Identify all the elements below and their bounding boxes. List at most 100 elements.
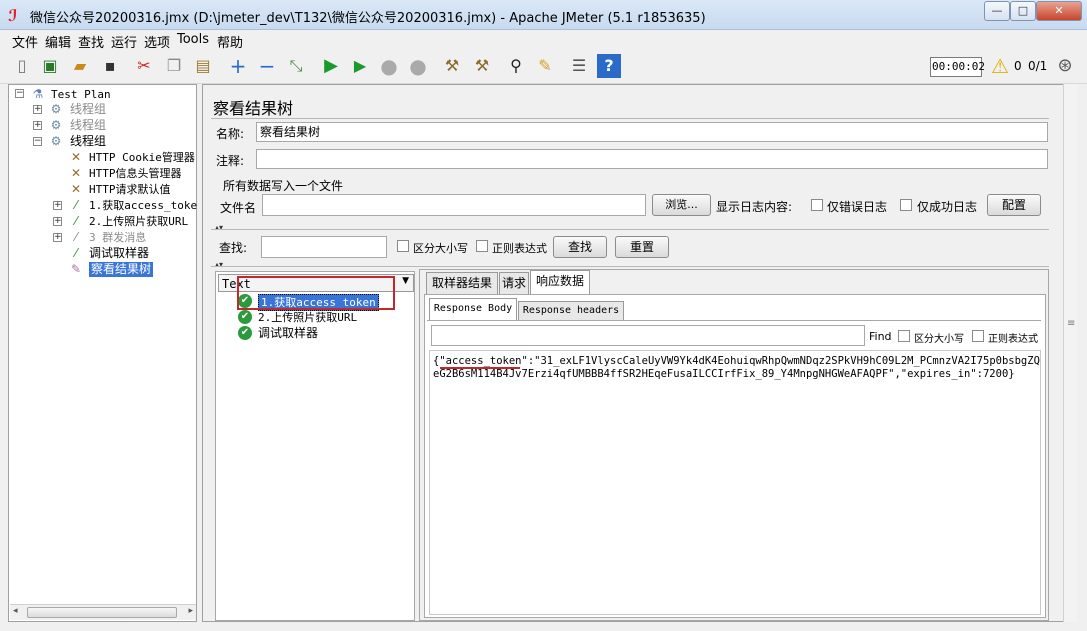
- menu-file[interactable]: 文件: [12, 32, 38, 51]
- expand-icon[interactable]: +: [226, 54, 250, 78]
- response-data-content: Response Body Response headers Find 区分大小…: [424, 294, 1046, 618]
- name-field[interactable]: 察看结果树: [256, 122, 1048, 142]
- collapse-icon[interactable]: −: [255, 54, 279, 78]
- tree-item-view-results-tree[interactable]: 察看结果树: [89, 262, 154, 277]
- tab-response-headers[interactable]: Response headers: [518, 301, 624, 320]
- comment-field[interactable]: [256, 149, 1048, 169]
- menu-tools[interactable]: Tools: [177, 32, 209, 47]
- sample-item-debug-sampler[interactable]: 调试取样器: [258, 326, 318, 341]
- help-icon[interactable]: ?: [597, 54, 621, 78]
- shutdown-icon[interactable]: ●: [406, 54, 430, 78]
- reset-search-icon[interactable]: ✎: [533, 54, 557, 78]
- save-icon[interactable]: ▪: [98, 54, 122, 78]
- test-plan-tree: − ⚗ Test Plan + ⚙ 线程组 + ⚙ 线程组 − ⚙ 线程组 ✕ …: [8, 84, 197, 622]
- find-label: Find: [869, 330, 892, 343]
- search-icon[interactable]: ⚲: [504, 54, 528, 78]
- filename-label: 文件名: [220, 201, 257, 215]
- copy-icon[interactable]: ❐: [162, 54, 186, 78]
- success-only-checkbox[interactable]: [900, 199, 912, 211]
- scroll-grip-icon[interactable]: ≡: [1067, 318, 1075, 329]
- minimize-button[interactable]: —: [984, 1, 1010, 21]
- collapse-toggle[interactable]: −: [33, 137, 42, 146]
- panel-vertical-scrollbar[interactable]: ≡: [1063, 84, 1077, 622]
- remote-status-icon: ⊛: [1057, 55, 1073, 76]
- underline-annotation: [440, 367, 520, 369]
- menu-options[interactable]: 选项: [144, 32, 170, 51]
- tree-item-http-defaults[interactable]: HTTP请求默认值: [89, 182, 171, 197]
- warning-icon[interactable]: ⚠: [988, 54, 1012, 78]
- configure-button[interactable]: 配置: [987, 194, 1041, 216]
- find-regex-label: 正则表达式: [988, 334, 1038, 345]
- reset-button[interactable]: 重置: [615, 236, 669, 258]
- templates-icon[interactable]: ▣: [38, 54, 62, 78]
- open-icon[interactable]: ▰: [68, 54, 92, 78]
- tree-item-get-token[interactable]: 1.获取access_token: [89, 198, 197, 213]
- stop-icon[interactable]: ●: [377, 54, 401, 78]
- panel-title: 察看结果树: [213, 99, 294, 118]
- tree-item-thread-group-3[interactable]: 线程组: [70, 134, 106, 149]
- toggle-icon[interactable]: ⤡: [284, 54, 308, 78]
- paste-icon[interactable]: ▤: [191, 54, 215, 78]
- tree-item-cookie-manager[interactable]: HTTP Cookie管理器: [89, 150, 195, 165]
- write-all-label: 所有数据写入一个文件: [223, 179, 344, 193]
- new-icon[interactable]: ▯: [10, 54, 34, 78]
- tree-item-upload-photo[interactable]: 2.上传照片获取URL: [89, 214, 188, 229]
- cut-icon[interactable]: ✂: [132, 54, 156, 78]
- tree-item-thread-group-1[interactable]: 线程组: [70, 102, 106, 117]
- tree-item-mass-send[interactable]: 3 群发消息: [89, 230, 146, 245]
- tree-horizontal-scrollbar[interactable]: ◂ ▸: [10, 604, 196, 620]
- start-no-pause-icon[interactable]: ▶: [348, 54, 372, 78]
- tab-sampler-result[interactable]: 取样器结果: [426, 272, 498, 294]
- scroll-thumb[interactable]: [27, 607, 177, 618]
- search-input[interactable]: [261, 236, 387, 258]
- tree-item-debug-sampler[interactable]: 调试取样器: [89, 246, 149, 261]
- expand-toggle[interactable]: +: [53, 233, 62, 242]
- menu-run[interactable]: 运行: [111, 32, 137, 51]
- errors-only-checkbox[interactable]: [811, 199, 823, 211]
- menu-help[interactable]: 帮助: [217, 32, 243, 51]
- wrench-icon: ✕: [70, 150, 82, 164]
- find-input[interactable]: [431, 325, 865, 346]
- highlight-annotation: [237, 276, 395, 310]
- function-helper-icon[interactable]: ☰: [567, 54, 591, 78]
- tab-request[interactable]: 请求: [499, 272, 529, 294]
- tree-item-thread-group-2[interactable]: 线程组: [70, 118, 106, 133]
- expand-toggle[interactable]: +: [33, 121, 42, 130]
- splitter-arrows-icon[interactable]: ▴▾: [215, 260, 223, 269]
- close-button[interactable]: ✕: [1036, 1, 1082, 21]
- filename-field[interactable]: [262, 194, 646, 216]
- start-icon[interactable]: ▶: [319, 54, 343, 78]
- tab-response-data[interactable]: 响应数据: [530, 270, 590, 294]
- tree-item-test-plan[interactable]: Test Plan: [51, 87, 111, 102]
- expand-toggle[interactable]: +: [53, 201, 62, 210]
- maximize-button[interactable]: □: [1010, 1, 1036, 21]
- expand-toggle[interactable]: +: [33, 105, 42, 114]
- sample-item-upload-photo[interactable]: 2.上传照片获取URL: [258, 310, 357, 325]
- toolbar: ▯ ▣ ▰ ▪ ✂ ❐ ▤ + − ⤡ ▶ ▶ ● ● ⚒ ⚒ ⚲ ✎ ☰ ? …: [0, 50, 1087, 84]
- case-sensitive-checkbox[interactable]: [397, 240, 409, 252]
- clear-all-icon[interactable]: ⚒: [470, 54, 494, 78]
- collapse-toggle[interactable]: −: [15, 89, 24, 98]
- menu-edit[interactable]: 编辑: [45, 32, 71, 51]
- expand-toggle[interactable]: +: [53, 217, 62, 226]
- tree-item-header-manager[interactable]: HTTP信息头管理器: [89, 166, 182, 181]
- gear-icon: ⚙: [50, 134, 62, 148]
- regex-checkbox[interactable]: [476, 240, 488, 252]
- window-title: 微信公众号20200316.jmx (D:\jmeter_dev\T132\微信…: [30, 11, 706, 26]
- tab-response-body[interactable]: Response Body: [429, 298, 517, 320]
- scroll-right-icon[interactable]: ▸: [188, 606, 193, 616]
- browse-button[interactable]: 浏览...: [652, 194, 711, 216]
- menu-search[interactable]: 查找: [78, 32, 104, 51]
- find-case-checkbox[interactable]: [898, 330, 910, 342]
- warning-count: 0: [1014, 59, 1022, 73]
- jmeter-feather-icon: ℐ: [8, 6, 18, 25]
- splitter-arrows-icon[interactable]: ▴▾: [215, 223, 223, 232]
- wrench-icon: ✕: [70, 166, 82, 180]
- chevron-down-icon[interactable]: ▼: [402, 276, 409, 286]
- search-button[interactable]: 查找: [553, 236, 607, 258]
- find-regex-checkbox[interactable]: [972, 330, 984, 342]
- response-value-line1: :"31_exLF1VlyscCaleUyVW9Yk4dK4EohuiqwRhp…: [527, 355, 1041, 367]
- response-body-text[interactable]: {"access_token":"31_exLF1VlyscCaleUyVW9Y…: [429, 350, 1041, 615]
- scroll-left-icon[interactable]: ◂: [13, 606, 18, 616]
- clear-icon[interactable]: ⚒: [440, 54, 464, 78]
